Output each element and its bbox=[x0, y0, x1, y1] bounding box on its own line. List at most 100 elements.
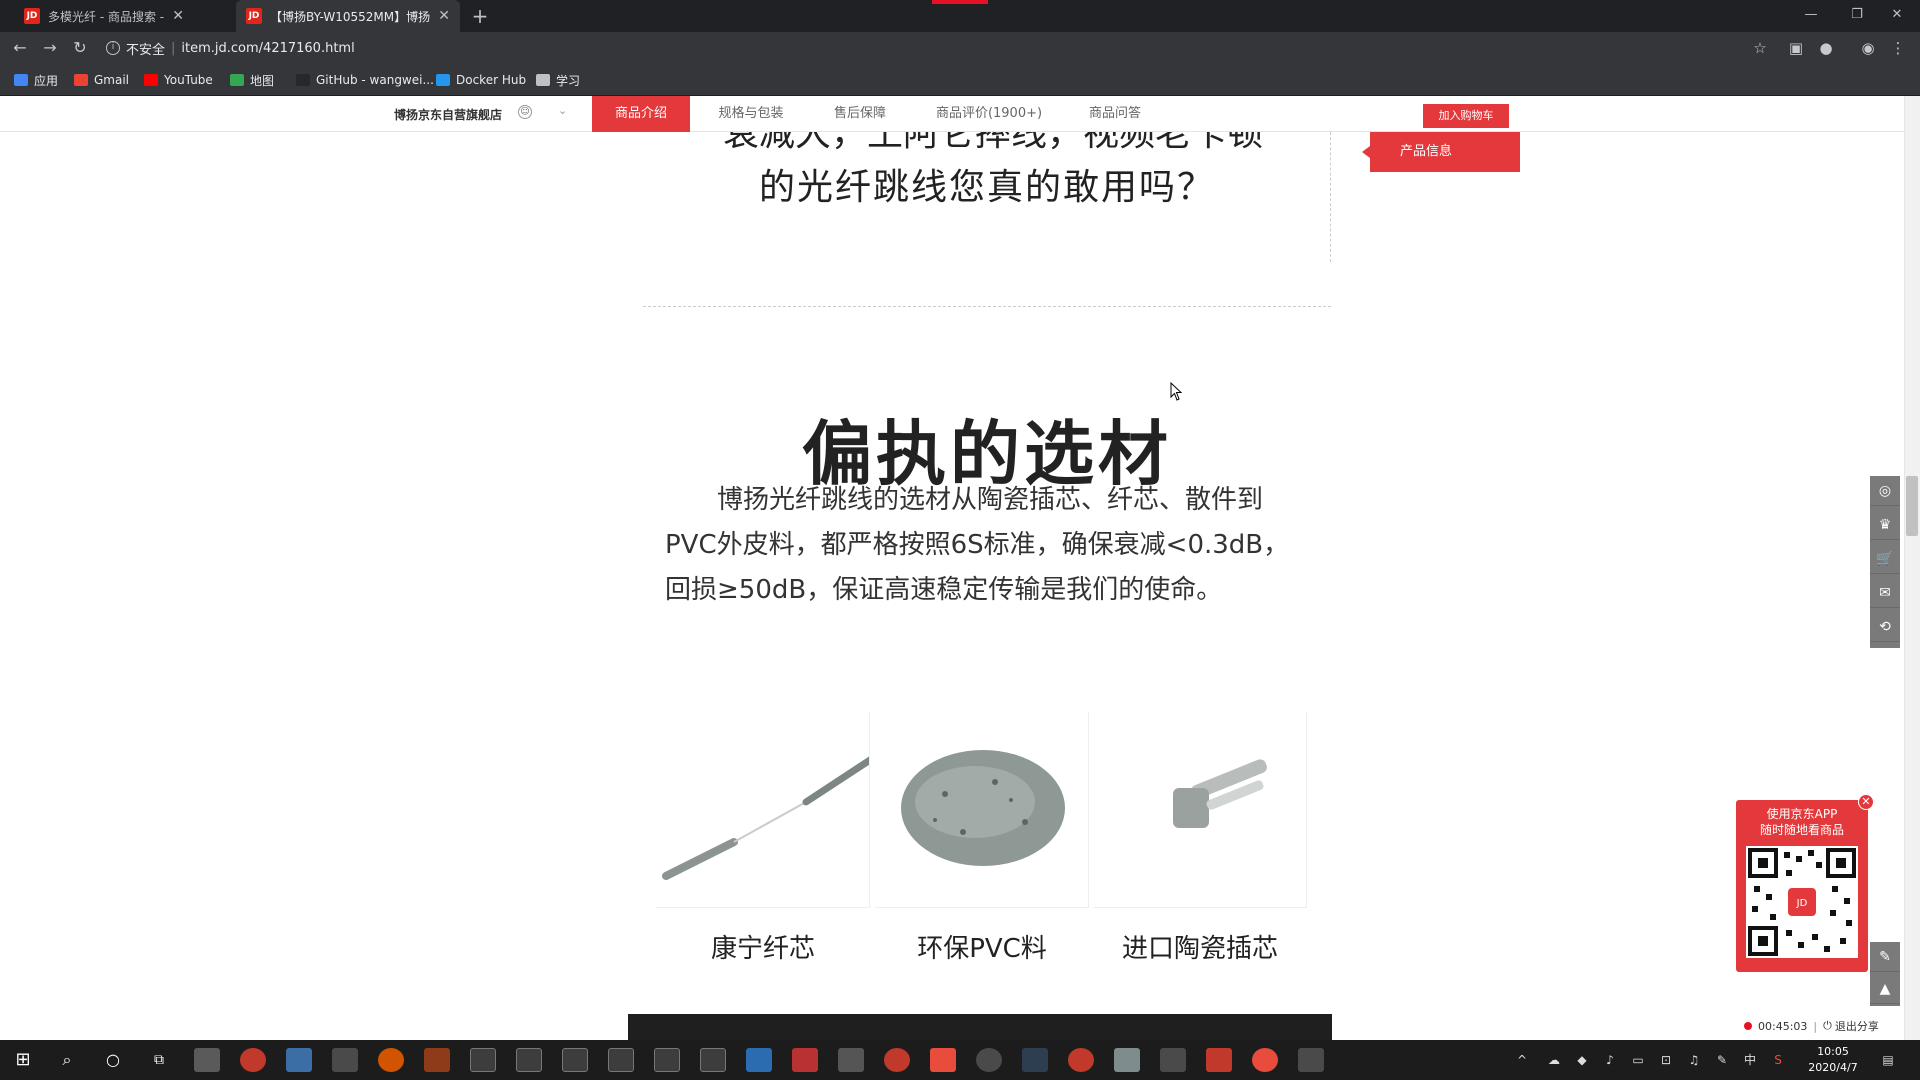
app-sync-icon[interactable] bbox=[884, 1048, 910, 1072]
bookmark-star-icon[interactable]: ☆ bbox=[1750, 38, 1770, 58]
profile-icon[interactable]: ◉ bbox=[1858, 38, 1878, 58]
bookmark-label: 应用 bbox=[34, 73, 59, 88]
cart-icon[interactable]: 🛒 bbox=[1870, 544, 1900, 574]
product-info-tag[interactable]: 产品信息 bbox=[1370, 132, 1520, 172]
new-tab-button[interactable]: + bbox=[468, 4, 492, 28]
bookmark-github[interactable]: GitHub - wangwei... bbox=[296, 71, 434, 89]
app-chrome-icon[interactable] bbox=[240, 1048, 266, 1072]
app-camera-icon[interactable] bbox=[838, 1048, 864, 1072]
previous-headline: 的光纤跳线您真的敢用吗？ bbox=[758, 167, 1215, 208]
cortana-icon[interactable]: ○ bbox=[100, 1048, 126, 1072]
message-icon[interactable]: ✉ bbox=[1870, 578, 1900, 608]
tab-after-sales[interactable]: 售后保障 bbox=[810, 96, 910, 132]
svg-text:JD: JD bbox=[1796, 898, 1808, 909]
windows-start-icon[interactable]: ⊞ bbox=[10, 1048, 36, 1072]
bookmark-maps[interactable]: 地图 bbox=[230, 71, 274, 89]
tray-battery-icon[interactable]: ▭ bbox=[1630, 1052, 1646, 1068]
scrollbar-thumb[interactable] bbox=[1906, 476, 1918, 536]
app-netease-icon[interactable] bbox=[1252, 1048, 1278, 1072]
forward-icon[interactable]: → bbox=[38, 36, 62, 60]
tab-product-intro[interactable]: 商品介绍 bbox=[592, 96, 690, 132]
app-vscode-icon[interactable] bbox=[746, 1048, 772, 1072]
tab-product[interactable]: JD 【博扬BY-W10552MM】博扬 ✕ bbox=[236, 0, 460, 32]
tab-search-results[interactable]: JD 多模光纤 - 商品搜索 - 京东 ✕ bbox=[14, 0, 194, 32]
close-tab-icon[interactable]: ✕ bbox=[438, 8, 450, 24]
tray-app-icon[interactable]: S bbox=[1770, 1052, 1786, 1068]
back-icon[interactable]: ← bbox=[8, 36, 32, 60]
tray-network-icon[interactable]: ⊡ bbox=[1658, 1052, 1674, 1068]
app-redis-icon[interactable] bbox=[792, 1048, 818, 1072]
reload-icon[interactable]: ↻ bbox=[68, 36, 92, 60]
extension-icon[interactable]: ▣ bbox=[1786, 38, 1806, 58]
app-notes-icon[interactable] bbox=[1114, 1048, 1140, 1072]
tray-ime-label[interactable]: 中 bbox=[1742, 1052, 1758, 1068]
app-explorer-icon[interactable] bbox=[194, 1048, 220, 1072]
app-chat-icon[interactable] bbox=[976, 1048, 1002, 1072]
page-scrollbar[interactable] bbox=[1904, 96, 1920, 1040]
tray-cloud-icon[interactable]: ☁ bbox=[1546, 1052, 1562, 1068]
app-phpstorm-icon[interactable] bbox=[700, 1048, 726, 1072]
app-pycharm-icon[interactable] bbox=[654, 1048, 680, 1072]
site-info-icon[interactable]: i bbox=[106, 41, 120, 55]
close-window-button[interactable]: ✕ bbox=[1874, 0, 1920, 28]
app-datagrip-icon[interactable] bbox=[470, 1048, 496, 1072]
app-monitor-icon[interactable] bbox=[1298, 1048, 1324, 1072]
app-word-icon[interactable] bbox=[1022, 1048, 1048, 1072]
tab-specs[interactable]: 规格与包装 bbox=[700, 96, 802, 132]
app-settings-icon[interactable] bbox=[608, 1048, 634, 1072]
qr-code-image[interactable]: JD bbox=[1746, 846, 1858, 958]
customer-service-icon[interactable]: ☺ bbox=[518, 105, 532, 119]
recording-indicator bbox=[932, 0, 988, 4]
jd-favicon-icon: JD bbox=[24, 8, 40, 24]
tray-mic-icon[interactable]: ♪ bbox=[1602, 1052, 1618, 1068]
tab-qa[interactable]: 商品问答 bbox=[1070, 96, 1160, 132]
app-xshell-icon[interactable] bbox=[1160, 1048, 1186, 1072]
bookmark-apps[interactable]: 应用 bbox=[14, 71, 58, 89]
bookmark-folder-study[interactable]: 学习 bbox=[536, 71, 580, 89]
jd-favicon-icon: JD bbox=[246, 8, 262, 24]
address-bar[interactable]: i 不安全 | item.jd.com/4217160.html bbox=[106, 34, 1756, 62]
close-tab-icon[interactable]: ✕ bbox=[172, 8, 184, 24]
tray-chevron-up-icon[interactable]: ^ bbox=[1514, 1052, 1530, 1068]
app-java-icon[interactable] bbox=[424, 1048, 450, 1072]
menu-icon[interactable]: ⋮ bbox=[1888, 38, 1908, 58]
tab-title: 多模光纤 - 商品搜索 - 京东 bbox=[48, 9, 165, 24]
extension-circle-icon[interactable]: ● bbox=[1816, 38, 1836, 58]
add-to-cart-button[interactable]: 加入购物车 bbox=[1423, 104, 1509, 128]
app-xmind-icon[interactable] bbox=[930, 1048, 956, 1072]
close-icon[interactable]: ✕ bbox=[1858, 794, 1874, 810]
feedback-icon[interactable]: ✎ bbox=[1870, 942, 1900, 972]
app-intellij-icon[interactable] bbox=[516, 1048, 542, 1072]
material-card: 进口陶瓷插芯 bbox=[1093, 712, 1307, 964]
app-recorder-icon[interactable] bbox=[1068, 1048, 1094, 1072]
bookmark-docker[interactable]: Docker Hub bbox=[436, 71, 526, 89]
url-text[interactable]: item.jd.com/4217160.html bbox=[181, 41, 354, 56]
search-icon[interactable]: ⌕ bbox=[54, 1048, 80, 1072]
app-goland-icon[interactable] bbox=[562, 1048, 588, 1072]
back-to-top-icon[interactable]: ▲ bbox=[1870, 974, 1900, 1004]
bookmark-youtube[interactable]: YouTube bbox=[144, 71, 213, 89]
material-label: 环保PVC料 bbox=[917, 934, 1047, 964]
user-icon[interactable]: ◎ bbox=[1870, 476, 1900, 506]
app-store-icon[interactable] bbox=[286, 1048, 312, 1072]
task-view-icon[interactable]: ⧉ bbox=[146, 1048, 172, 1072]
material-card: 康宁纤芯 bbox=[656, 712, 870, 964]
app-firefox-icon[interactable] bbox=[378, 1048, 404, 1072]
vip-icon[interactable]: ♛ bbox=[1870, 510, 1900, 540]
notifications-icon[interactable]: ▤ bbox=[1880, 1052, 1896, 1068]
windows-taskbar: ⊞ ⌕ ○ ⧉ ^ ☁ ◆ ♪ ▭ ⊡ ♫ ✎ 中 S 10:05 2020/4… bbox=[0, 1040, 1920, 1080]
tab-reviews[interactable]: 商品评价(1900+) bbox=[918, 96, 1060, 132]
app-mail-icon[interactable] bbox=[332, 1048, 358, 1072]
tray-shield-icon[interactable]: ◆ bbox=[1574, 1052, 1590, 1068]
exit-share-button[interactable]: 退出分享 bbox=[1835, 1018, 1879, 1034]
chevron-down-icon[interactable]: ⌄ bbox=[558, 104, 567, 117]
app-terminal-icon[interactable] bbox=[1206, 1048, 1232, 1072]
shop-name-link[interactable]: 博扬京东自营旗舰店 bbox=[394, 106, 502, 123]
history-icon[interactable]: ⟲ bbox=[1870, 612, 1900, 642]
bookmark-gmail[interactable]: Gmail bbox=[74, 71, 129, 89]
tray-volume-icon[interactable]: ♫ bbox=[1686, 1052, 1702, 1068]
fiber-core-image bbox=[656, 712, 870, 908]
minimize-button[interactable]: — bbox=[1788, 0, 1834, 28]
tray-clock[interactable]: 10:05 2020/4/7 bbox=[1798, 1044, 1868, 1076]
tray-pen-icon[interactable]: ✎ bbox=[1714, 1052, 1730, 1068]
